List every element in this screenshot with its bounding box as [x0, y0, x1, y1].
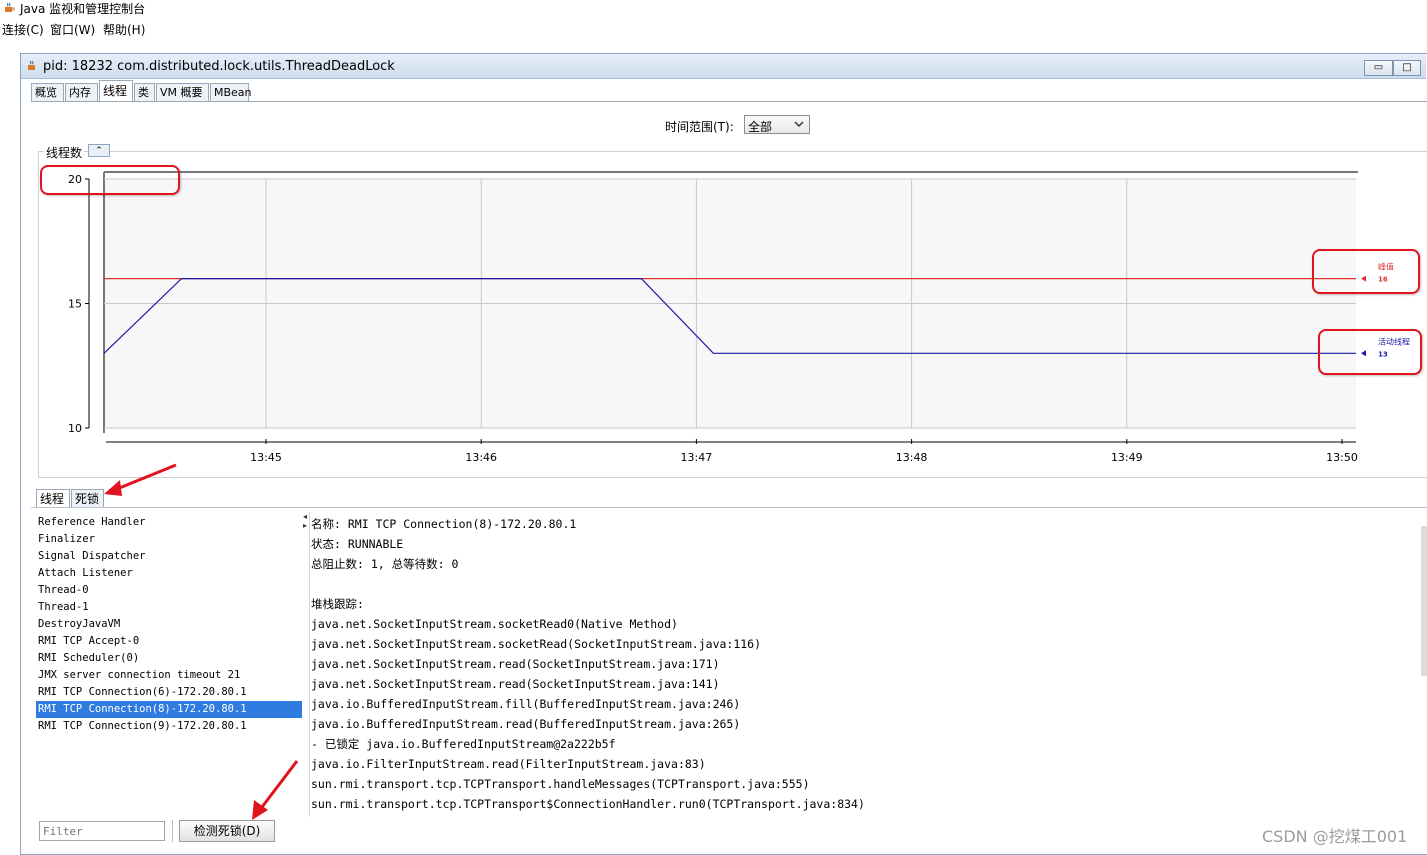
thread-list-item[interactable]: RMI TCP Connection(9)-172.20.80.1 [36, 718, 302, 735]
detail-line: java.net.SocketInputStream.read(SocketIn… [311, 677, 720, 691]
x-tick-label: 13:49 [1111, 451, 1143, 464]
thread-list-item[interactable]: RMI Scheduler(0) [36, 650, 302, 667]
detail-line: 堆栈跟踪: [311, 597, 364, 611]
thread-list-item[interactable]: RMI TCP Connection(6)-172.20.80.1 [36, 684, 302, 701]
detail-line: sun.rmi.transport.tcp.TCPTransport.handl… [311, 777, 810, 791]
split-pane-divider[interactable] [303, 512, 310, 817]
tab-deadlock[interactable]: 死锁 [71, 489, 104, 508]
thread-list-item[interactable]: RMI TCP Accept-0 [36, 633, 302, 650]
vertical-scrollbar[interactable] [1421, 526, 1427, 676]
thread-list-item[interactable]: Thread-0 [36, 582, 302, 599]
menu-connect[interactable]: 连接(C) [2, 21, 44, 38]
detail-line: java.net.SocketInputStream.socketRead0(N… [311, 617, 678, 631]
chart-caption: 线程数 [44, 144, 85, 161]
time-range-value: 全部 [748, 120, 773, 134]
tab-divider [31, 101, 1427, 102]
tab-classes[interactable]: 类 [134, 83, 155, 101]
toolbar-separator [172, 820, 175, 842]
thread-list-item[interactable]: Thread-1 [36, 599, 302, 616]
detail-line: - 已锁定 java.io.BufferedInputStream@2a222b… [311, 737, 616, 751]
annotation-peak-box [1312, 249, 1420, 294]
detail-line: java.net.SocketInputStream.socketRead(So… [311, 637, 762, 651]
thread-list-item[interactable]: JMX server connection timeout 21 [36, 667, 302, 684]
java-cup-icon [28, 60, 35, 70]
menu-bar: 连接(C) 窗口(W) 帮助(H) [0, 18, 1427, 38]
thread-list: Reference Handler Finalizer Signal Dispatc… [36, 514, 302, 814]
tab-memory[interactable]: 内存 [65, 83, 98, 101]
x-tick-label: 13:47 [681, 451, 713, 464]
tab-vm-summary[interactable]: VM 概要 [156, 83, 209, 101]
thread-list-item[interactable]: Finalizer [36, 531, 302, 548]
y-tick-label: 15 [68, 298, 82, 311]
annotation-live-box [1318, 329, 1422, 375]
thread-list-item[interactable]: Signal Dispatcher [36, 548, 302, 565]
tab-overview[interactable]: 概览 [31, 83, 64, 101]
bottom-tab-divider [31, 507, 1427, 508]
thread-list-item[interactable]: Attach Listener [36, 565, 302, 582]
tab-mbean[interactable]: MBean [210, 83, 252, 101]
y-tick-label: 10 [68, 422, 82, 435]
detail-line: java.io.BufferedInputStream.fill(Buffere… [311, 697, 741, 711]
collapse-button[interactable]: ⌃ [88, 144, 110, 157]
restore-icon: ▭ [1373, 62, 1384, 73]
detect-deadlock-button[interactable]: 检测死锁(D) [179, 820, 275, 842]
detail-line: java.io.BufferedInputStream.read(Buffere… [311, 717, 741, 731]
filter-input[interactable] [39, 821, 165, 841]
window-title: pid: 18232 com.distributed.lock.utils.Th… [43, 59, 395, 74]
x-tick-label: 13:45 [250, 451, 282, 464]
split-arrows-icon[interactable]: ◂ ▸ [303, 512, 307, 530]
java-cup-icon [5, 2, 15, 12]
detail-line: java.net.SocketInputStream.read(SocketIn… [311, 657, 720, 671]
internal-window-titlebar[interactable]: pid: 18232 com.distributed.lock.utils.Th… [21, 54, 1426, 79]
detail-line: sun.rmi.transport.tcp.TCPTransport$Conne… [311, 797, 865, 811]
thread-list-item[interactable]: Reference Handler [36, 514, 302, 531]
menu-help[interactable]: 帮助(H) [103, 21, 145, 38]
maximize-button[interactable]: □ [1393, 60, 1421, 76]
tab-thread-list[interactable]: 线程 [36, 489, 70, 508]
thread-list-item[interactable]: DestroyJavaVM [36, 616, 302, 633]
app-titlebar: Java 监视和管理控制台 [0, 0, 1427, 18]
thread-count-chart: 13:45 13:46 13:47 13:48 13:49 13:50101520峰值16… [68, 171, 1410, 464]
detail-line: 状态: RUNNABLE [311, 537, 404, 551]
watermark: CSDN @挖煤工001 [1262, 827, 1408, 846]
detail-line: java.io.FilterInputStream.read(FilterInp… [311, 757, 706, 771]
maximize-icon: □ [1402, 62, 1412, 73]
x-tick-label: 13:48 [896, 451, 928, 464]
detail-line: 总阻止数: 1, 总等待数: 0 [311, 557, 459, 571]
thread-list-item[interactable]: RMI TCP Connection(8)-172.20.80.1 [36, 701, 302, 718]
detail-line: 名称: RMI TCP Connection(8)-172.20.80.1 [311, 517, 577, 531]
tab-threads[interactable]: 线程 [99, 80, 133, 102]
x-tick-label: 13:46 [465, 451, 497, 464]
menu-window[interactable]: 窗口(W) [50, 21, 95, 38]
restore-button[interactable]: ▭ [1364, 60, 1393, 76]
chevron-up-double-icon: ⌃ [95, 146, 103, 156]
app-title: Java 监视和管理控制台 [20, 2, 146, 16]
chevron-down-icon [794, 121, 804, 128]
x-tick-label: 13:50 [1326, 451, 1358, 464]
time-range-label: 时间范围(T): [665, 120, 734, 134]
annotation-ymax-box [40, 165, 180, 195]
time-range-select[interactable]: 全部 [744, 115, 810, 134]
